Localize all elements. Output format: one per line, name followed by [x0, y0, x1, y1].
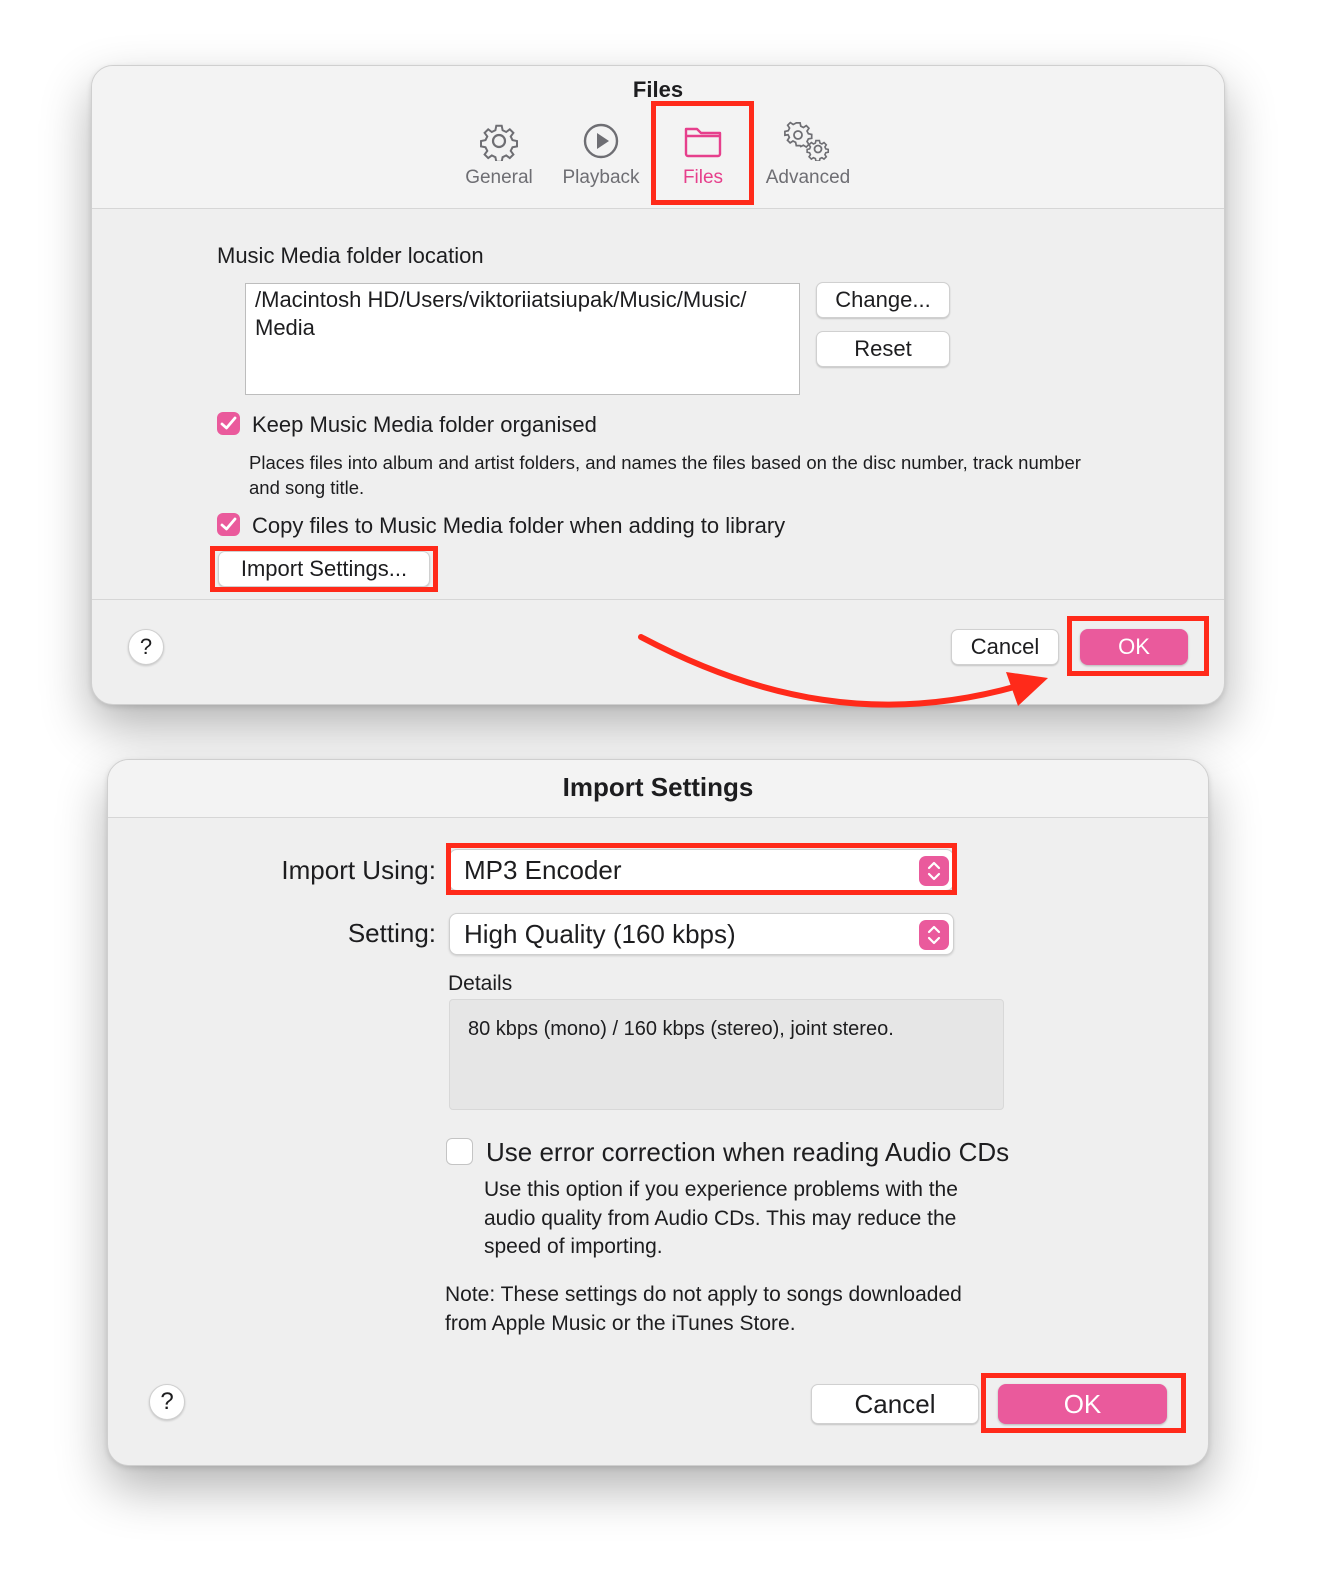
help-button[interactable]: ?	[149, 1384, 185, 1420]
details-label: Details	[448, 972, 513, 995]
cancel-button[interactable]: Cancel	[951, 629, 1059, 665]
tab-playback[interactable]: Playback	[551, 121, 651, 189]
window-title: Files	[632, 77, 684, 102]
gears-icon	[784, 121, 830, 161]
help-button[interactable]: ?	[128, 629, 164, 665]
tab-general[interactable]: General	[449, 121, 549, 189]
popup-chevrons-icon	[919, 920, 949, 950]
setting-label: Setting:	[347, 918, 436, 948]
keep-organised-description: Places files into album and artist folde…	[249, 450, 1081, 500]
highlight-files-tab	[651, 101, 754, 205]
keep-organised-desc-line2: and song title.	[249, 477, 365, 498]
copy-files-label: Copy files to Music Media folder when ad…	[252, 513, 786, 538]
checkmark-icon	[220, 416, 237, 430]
details-text: 80 kbps (mono) / 160 kbps (stereo), join…	[468, 1018, 894, 1040]
tab-playback-label: Playback	[562, 167, 640, 188]
note-text: Note: These settings do not apply to son…	[445, 1281, 962, 1338]
gear-icon	[480, 124, 518, 161]
note-line1: Note: These settings do not apply to son…	[445, 1283, 962, 1306]
setting-select[interactable]: High Quality (160 kbps)	[449, 913, 954, 955]
note-line2: from Apple Music or the iTunes Store.	[445, 1311, 796, 1335]
keep-organised-checkbox[interactable]	[217, 412, 240, 435]
change-button[interactable]: Change...	[816, 282, 950, 318]
keep-organised-label: Keep Music Media folder organised	[252, 412, 597, 437]
copy-files-checkbox[interactable]	[217, 513, 240, 536]
window-title: Import Settings	[562, 772, 754, 802]
folder-path-field[interactable]: /Macintosh HD/Users/viktoriiatsiupak/Mus…	[245, 283, 800, 395]
setting-value: High Quality (160 kbps)	[464, 919, 736, 949]
folder-location-label: Music Media folder location	[217, 243, 484, 268]
footer-divider	[92, 599, 1224, 600]
tab-advanced[interactable]: Advanced	[758, 121, 858, 189]
import-using-label: Import Using:	[281, 855, 436, 885]
error-correction-checkbox[interactable]	[446, 1138, 473, 1165]
details-box: 80 kbps (mono) / 160 kbps (stereo), join…	[449, 999, 1004, 1110]
error-correction-label: Use error correction when reading Audio …	[486, 1137, 1010, 1167]
tab-general-label: General	[465, 167, 533, 188]
error-desc-line3: speed of importing.	[484, 1235, 663, 1258]
folder-path-line1: /Macintosh HD/Users/viktoriiatsiupak/Mus…	[255, 287, 747, 312]
highlight-import-using	[446, 843, 957, 895]
reset-button[interactable]: Reset	[816, 331, 950, 367]
tab-advanced-label: Advanced	[765, 167, 851, 188]
error-desc-line2: audio quality from Audio CDs. This may r…	[484, 1206, 957, 1230]
error-correction-description: Use this option if you experience proble…	[484, 1176, 958, 1262]
highlight-ok-button	[1067, 616, 1209, 676]
highlight-ok-button-2	[981, 1373, 1186, 1433]
keep-organised-desc-line1: Places files into album and artist folde…	[249, 452, 1081, 473]
checkmark-icon	[220, 517, 237, 531]
highlight-import-settings	[210, 546, 438, 592]
play-circle-icon	[583, 123, 619, 159]
error-desc-line1: Use this option if you experience proble…	[484, 1178, 958, 1201]
cancel-button[interactable]: Cancel	[811, 1384, 979, 1424]
title-divider	[108, 817, 1208, 818]
folder-path-line2: Media	[255, 315, 315, 340]
